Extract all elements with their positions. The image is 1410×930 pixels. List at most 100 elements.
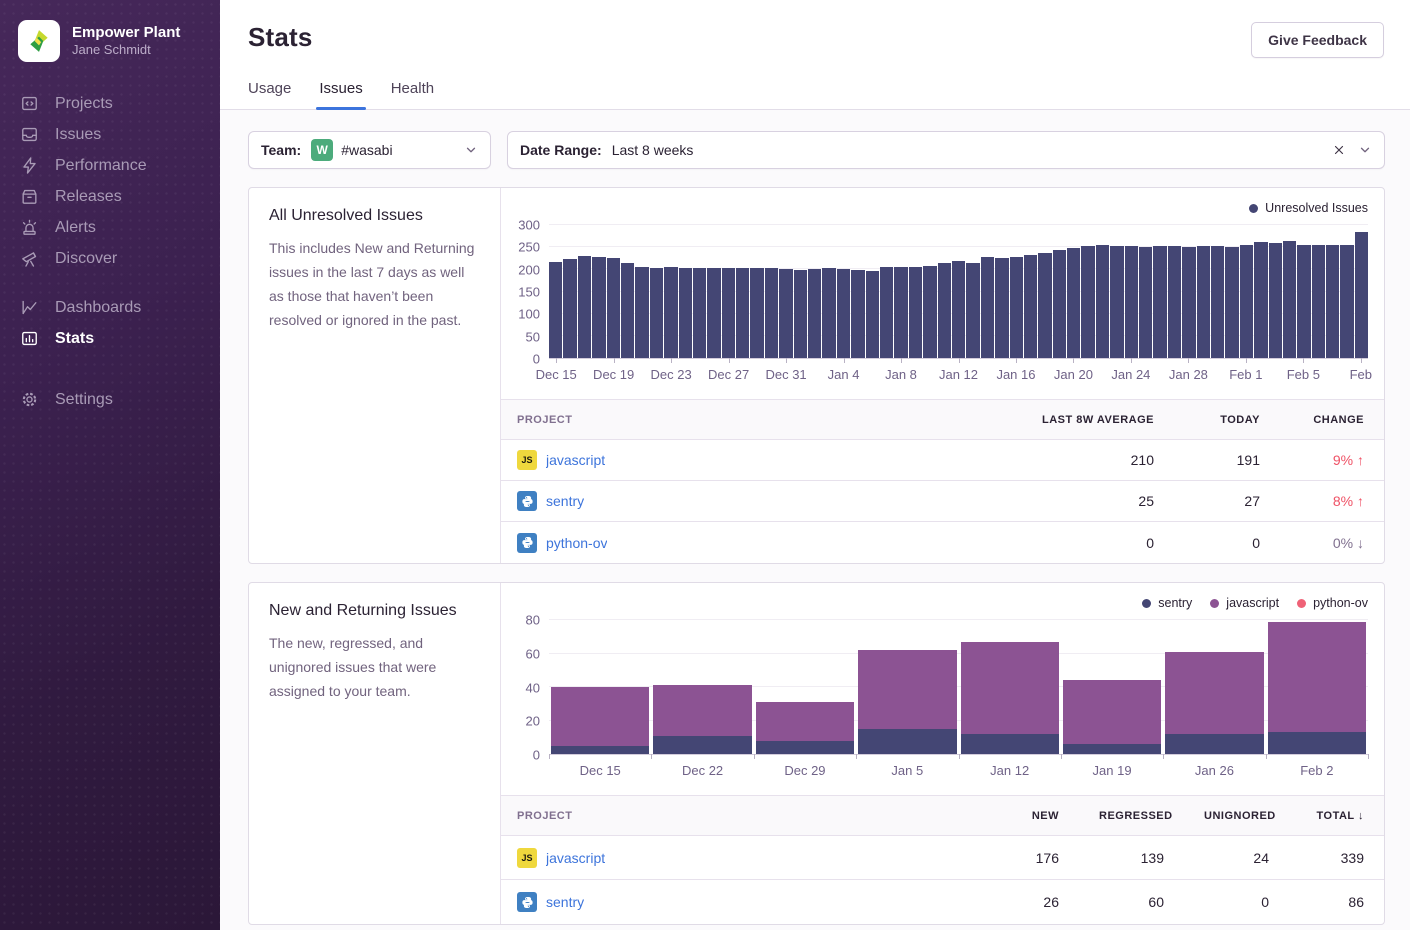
unresolved-bar[interactable]: [1010, 257, 1023, 358]
unresolved-bar[interactable]: [938, 263, 951, 358]
unresolved-bar[interactable]: [794, 270, 807, 358]
unresolved-bar[interactable]: [750, 268, 763, 358]
unresolved-bar[interactable]: [621, 263, 634, 358]
tab-issues[interactable]: Issues: [319, 80, 362, 109]
unresolved-bar[interactable]: [808, 269, 821, 358]
unresolved-bar[interactable]: [679, 268, 692, 358]
stacked-bar[interactable]: [1163, 620, 1265, 754]
unresolved-bar[interactable]: [1254, 242, 1267, 358]
col-total-sorted[interactable]: Total ↓: [1289, 810, 1384, 822]
unresolved-bar[interactable]: [1110, 246, 1123, 358]
sidebar-item-releases[interactable]: Releases: [0, 181, 220, 212]
unresolved-bar[interactable]: [851, 270, 864, 358]
tab-health[interactable]: Health: [391, 80, 434, 109]
unresolved-bar[interactable]: [650, 268, 663, 358]
col-unignored[interactable]: Unignored: [1184, 810, 1289, 822]
col-last-8w-average[interactable]: Last 8w Average: [934, 414, 1174, 426]
stacked-bar[interactable]: [549, 620, 651, 754]
python-logo-icon: [521, 896, 534, 909]
unresolved-bar[interactable]: [607, 258, 620, 358]
tab-usage[interactable]: Usage: [248, 80, 291, 109]
project-link[interactable]: sentry: [546, 493, 584, 509]
unresolved-bar[interactable]: [1297, 245, 1310, 358]
team-selector[interactable]: Team: W #wasabi: [248, 131, 491, 169]
unresolved-bar[interactable]: [765, 268, 778, 358]
unresolved-bar[interactable]: [952, 261, 965, 358]
stacked-bar[interactable]: [754, 620, 856, 754]
unresolved-bar[interactable]: [1197, 246, 1210, 358]
page-title: Stats: [248, 22, 313, 53]
unresolved-bar[interactable]: [707, 268, 720, 358]
new-value: 176: [969, 850, 1079, 866]
org-switcher[interactable]: Empower Plant Jane Schmidt: [0, 20, 220, 62]
unresolved-bar[interactable]: [549, 262, 562, 358]
stacked-bar[interactable]: [651, 620, 753, 754]
unresolved-bar[interactable]: [1153, 246, 1166, 358]
sidebar-item-settings[interactable]: Settings: [0, 384, 220, 415]
sidebar-item-issues[interactable]: Issues: [0, 119, 220, 150]
unresolved-bar[interactable]: [563, 259, 576, 358]
unresolved-bar[interactable]: [578, 256, 591, 358]
unresolved-bar[interactable]: [880, 267, 893, 358]
unresolved-bar[interactable]: [995, 258, 1008, 358]
unresolved-bar[interactable]: [909, 267, 922, 358]
unresolved-bar[interactable]: [1024, 255, 1037, 358]
col-regressed[interactable]: Regressed: [1079, 810, 1184, 822]
col-new[interactable]: New: [969, 810, 1079, 822]
unresolved-bar[interactable]: [1355, 232, 1368, 358]
unresolved-bar[interactable]: [866, 271, 879, 358]
unresolved-bar[interactable]: [1240, 245, 1253, 358]
unresolved-bar[interactable]: [1067, 248, 1080, 358]
unresolved-bar[interactable]: [1211, 246, 1224, 358]
unresolved-bar[interactable]: [1225, 247, 1238, 358]
date-range-selector[interactable]: Date Range: Last 8 weeks: [507, 131, 1385, 169]
col-today[interactable]: Today: [1174, 414, 1280, 426]
unresolved-bar[interactable]: [1081, 246, 1094, 358]
sidebar-item-performance[interactable]: Performance: [0, 150, 220, 181]
sidebar-item-dashboards[interactable]: Dashboards: [0, 292, 220, 323]
project-link[interactable]: javascript: [546, 850, 605, 866]
stacked-bar[interactable]: [959, 620, 1061, 754]
unresolved-bar[interactable]: [736, 268, 749, 358]
project-link[interactable]: javascript: [546, 452, 605, 468]
unresolved-bar[interactable]: [1269, 243, 1282, 358]
unresolved-bar[interactable]: [1038, 253, 1051, 359]
give-feedback-button[interactable]: Give Feedback: [1251, 22, 1384, 58]
unresolved-bar[interactable]: [1168, 246, 1181, 358]
unresolved-bar[interactable]: [592, 257, 605, 358]
stacked-bar[interactable]: [1266, 620, 1368, 754]
stacked-bar[interactable]: [856, 620, 958, 754]
unresolved-bar[interactable]: [1283, 241, 1296, 358]
unresolved-bar[interactable]: [923, 266, 936, 358]
unresolved-bar[interactable]: [1139, 247, 1152, 358]
stacked-bar[interactable]: [1061, 620, 1163, 754]
unresolved-bar[interactable]: [1182, 247, 1195, 358]
clear-icon[interactable]: [1332, 143, 1346, 157]
unresolved-bar[interactable]: [1125, 246, 1138, 358]
unresolved-bar[interactable]: [837, 269, 850, 358]
col-project[interactable]: Project: [501, 414, 934, 426]
sidebar-item-alerts[interactable]: Alerts: [0, 212, 220, 243]
unresolved-bar[interactable]: [664, 267, 677, 358]
project-link[interactable]: sentry: [546, 894, 584, 910]
unresolved-bar[interactable]: [981, 257, 994, 358]
unresolved-bar[interactable]: [1326, 245, 1339, 358]
unresolved-bar[interactable]: [1096, 245, 1109, 358]
unresolved-bar[interactable]: [1312, 245, 1325, 358]
unresolved-bar[interactable]: [1053, 250, 1066, 358]
sidebar-item-discover[interactable]: Discover: [0, 243, 220, 274]
col-change[interactable]: Change: [1280, 414, 1384, 426]
chevron-down-icon[interactable]: [1358, 143, 1372, 157]
project-link[interactable]: python-ov: [546, 535, 607, 551]
sidebar-item-projects[interactable]: Projects: [0, 88, 220, 119]
unresolved-bar[interactable]: [894, 267, 907, 358]
unresolved-bar[interactable]: [779, 269, 792, 358]
unresolved-bar[interactable]: [966, 263, 979, 358]
unresolved-bar[interactable]: [635, 267, 648, 358]
unresolved-bar[interactable]: [822, 268, 835, 358]
unresolved-bar[interactable]: [693, 268, 706, 358]
unresolved-bar[interactable]: [1340, 245, 1353, 358]
unresolved-bar[interactable]: [722, 268, 735, 358]
sidebar-item-stats[interactable]: Stats: [0, 323, 220, 354]
col-project[interactable]: Project: [501, 810, 969, 822]
